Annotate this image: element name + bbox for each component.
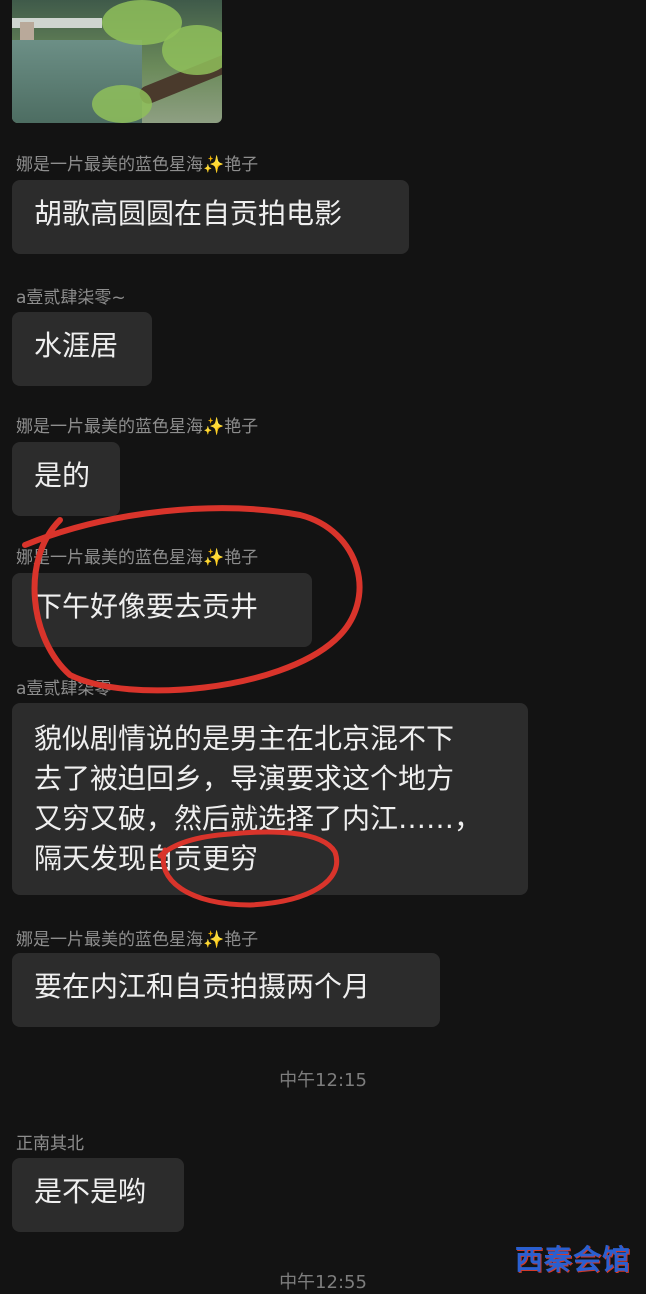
sender-name-text: 娜是一片最美的蓝色星海: [16, 930, 203, 950]
sender-name-suffix: 艳子: [224, 155, 259, 175]
sender-name: a壹贰肆柒零~: [16, 288, 126, 308]
message-bubble[interactable]: 水涯居: [12, 312, 152, 386]
message-bubble[interactable]: 是的: [12, 442, 120, 516]
message-text: 胡歌高圆圆在自贡拍电影: [34, 197, 343, 230]
sparkle-icon: ✨: [203, 548, 225, 568]
message-text-line: 又穷又破，然后就选择了内江……，: [34, 802, 483, 835]
sender-name-suffix: 艳子: [224, 417, 259, 437]
sender-name: 娜是一片最美的蓝色星海✨艳子: [16, 150, 258, 175]
message-text: 是的: [34, 459, 91, 492]
sender-name-text: 娜是一片最美的蓝色星海: [16, 417, 203, 437]
sender-name: 娜是一片最美的蓝色星海✨艳子: [16, 543, 258, 568]
sender-name-suffix: 艳子: [224, 930, 259, 950]
sparkle-icon: ✨: [203, 155, 225, 175]
message-text-line: 貌似剧情说的是男主在北京混不下: [34, 722, 455, 755]
message-bubble[interactable]: 要在内江和自贡拍摄两个月: [12, 953, 440, 1027]
sender-name-suffix: 艳子: [224, 548, 259, 568]
watermark-logo: 西秦会馆: [515, 1243, 632, 1276]
message-bubble[interactable]: 下午好像要去贡井: [12, 573, 312, 647]
sender-name: 娜是一片最美的蓝色星海✨艳子: [16, 412, 258, 437]
message-text-line: 去了被迫回乡，导演要求这个地方: [34, 762, 455, 795]
message-bubble[interactable]: 是不是哟: [12, 1158, 184, 1232]
message-bubble[interactable]: 胡歌高圆圆在自贡拍电影: [12, 180, 409, 254]
sender-name-text: 娜是一片最美的蓝色星海: [16, 548, 203, 568]
message-text: 是不是哟: [34, 1175, 147, 1208]
shared-photo[interactable]: [12, 0, 222, 123]
sender-name: a壹贰肆柒零~: [16, 679, 126, 699]
sender-name: 娜是一片最美的蓝色星海✨艳子: [16, 925, 258, 950]
message-bubble[interactable]: 貌似剧情说的是男主在北京混不下 去了被迫回乡，导演要求这个地方 又穷又破，然后就…: [12, 703, 528, 895]
sparkle-icon: ✨: [203, 417, 225, 437]
sender-name-text: 娜是一片最美的蓝色星海: [16, 155, 203, 175]
photo-leaves: [92, 85, 152, 123]
sender-name: 正南其北: [16, 1134, 84, 1154]
message-text: 要在内江和自贡拍摄两个月: [34, 970, 371, 1003]
timestamp: 中午12:15: [279, 1070, 367, 1091]
message-text: 下午好像要去贡井: [34, 590, 259, 623]
sparkle-icon: ✨: [203, 930, 225, 950]
message-text: 水涯居: [34, 329, 119, 362]
message-text-line: 隔天发现自贡更穷: [34, 842, 259, 875]
photo-leaves: [162, 25, 222, 75]
